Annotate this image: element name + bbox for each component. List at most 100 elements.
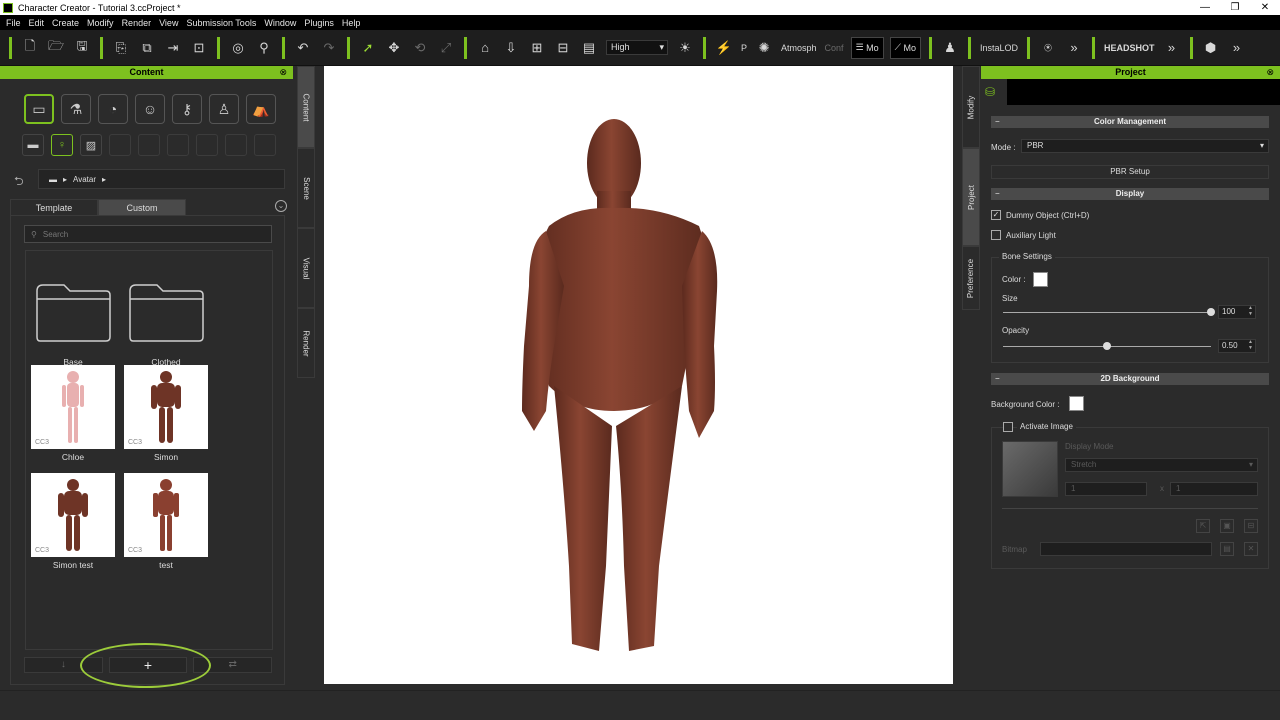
undo-icon[interactable]: ↶ (292, 37, 314, 59)
stage-icon[interactable]: ⛺ (246, 94, 276, 124)
menu-plugins[interactable]: Plugins (300, 18, 338, 28)
head-icon[interactable]: ☺ (135, 94, 165, 124)
minimize-button[interactable]: — (1190, 0, 1220, 15)
avatar-icon[interactable]: ♀ (51, 134, 73, 156)
camera-view-icon[interactable]: ⊟ (552, 37, 574, 59)
open-file-icon[interactable]: 🗁 (45, 37, 67, 59)
zoom-extents-icon[interactable]: ⊞ (526, 37, 548, 59)
mode-button-1[interactable]: ☰ Mo (850, 36, 884, 59)
home-camera-icon[interactable]: ⌂ (474, 37, 496, 59)
folder-icon[interactable]: ▬ (22, 134, 44, 156)
dummy-object-checkbox[interactable]: ✓ (991, 210, 1001, 220)
spinner-arrows-icon[interactable]: ▲ ▼ (1248, 305, 1253, 317)
project-folder-icon[interactable]: ▭ (24, 94, 54, 124)
tab-scene[interactable]: Scene (297, 148, 315, 228)
save-image-icon[interactable]: ▣ (1220, 519, 1234, 533)
display-mode-select[interactable]: Stretch ▾ (1065, 458, 1258, 472)
list-item[interactable]: CC3 test (124, 473, 208, 570)
section-color-management[interactable]: − Color Management (991, 116, 1269, 128)
opacity-slider-knob[interactable] (1103, 342, 1111, 350)
tab-project[interactable]: Project (962, 148, 980, 246)
menu-create[interactable]: Create (48, 18, 83, 28)
merge-icon[interactable]: ⧉ (136, 37, 158, 59)
size-slider-track[interactable] (1003, 312, 1211, 313)
opacity-input[interactable]: 0.50 ▲ ▼ (1218, 339, 1256, 353)
load-image-icon[interactable]: ⇱ (1196, 519, 1210, 533)
list-item[interactable]: Clothed (124, 270, 208, 367)
import-icon[interactable]: ⎘ (110, 37, 132, 59)
tab-content[interactable]: Content (297, 66, 315, 148)
headshot-button[interactable]: HEADSHOT (1104, 43, 1155, 53)
select-arrow-icon[interactable]: ➚ (357, 37, 379, 59)
spinner-arrows-icon[interactable]: ▲ ▼ (1248, 339, 1253, 351)
breadcrumb-avatar[interactable]: Avatar (73, 175, 96, 184)
section-2d-background[interactable]: −2D Background (991, 373, 1269, 385)
menu-edit[interactable]: Edit (25, 18, 49, 28)
maximize-button[interactable]: ❐ (1220, 0, 1250, 15)
background-color-swatch[interactable] (1069, 396, 1084, 411)
rotate-icon[interactable]: ⟲ (409, 37, 431, 59)
fit-view-icon[interactable]: ⇩ (500, 37, 522, 59)
3d-viewport[interactable] (324, 66, 953, 684)
tab-visual[interactable]: Visual (297, 228, 315, 308)
clothing-icon[interactable]: ⚷ (172, 94, 202, 124)
tab-modify[interactable]: Modify (962, 66, 980, 148)
body-morph-icon[interactable]: ⚗ (61, 94, 91, 124)
size-slider-knob[interactable] (1207, 308, 1215, 316)
menu-view[interactable]: View (155, 18, 182, 28)
content-panel-close-button[interactable]: ⊗ (279, 66, 287, 79)
render-icon[interactable]: ⊡ (188, 37, 210, 59)
auxiliary-light-checkbox[interactable] (991, 230, 1001, 240)
menu-submission-tools[interactable]: Submission Tools (182, 18, 260, 28)
export-icon[interactable]: ⇥ (162, 37, 184, 59)
bitmap-clear-icon[interactable]: ✕ (1244, 542, 1258, 556)
tab-template[interactable]: Template (10, 199, 98, 215)
bitmap-browse-icon[interactable]: ▤ (1220, 542, 1234, 556)
pose-tool-icon[interactable]: ⚡ (713, 37, 735, 59)
instalod-button[interactable]: InstaLOD (980, 43, 1018, 53)
activate-image-checkbox[interactable] (1003, 422, 1013, 432)
menu-modify[interactable]: Modify (83, 18, 118, 28)
more-icon-2[interactable]: » (1161, 37, 1183, 59)
tab-preference[interactable]: Preference (962, 246, 980, 310)
bone-color-swatch[interactable] (1033, 272, 1048, 287)
pbr-setup-button[interactable]: PBR Setup (991, 165, 1269, 179)
mode-select[interactable]: PBR ▾ (1021, 139, 1269, 153)
figure-icon[interactable]: ♟ (939, 37, 961, 59)
atmosphere-icon[interactable]: ✺ (753, 37, 775, 59)
menu-file[interactable]: File (2, 18, 25, 28)
redo-icon[interactable]: ↷ (318, 37, 340, 59)
menu-help[interactable]: Help (338, 18, 365, 28)
pose-icon[interactable]: ⚲ (253, 37, 275, 59)
chevron-down-icon[interactable]: ⌄ (275, 200, 287, 212)
back-icon[interactable]: ⮌ (14, 172, 24, 193)
bake-icon[interactable]: ◎ (227, 37, 249, 59)
close-button[interactable]: ✕ (1250, 0, 1280, 15)
section-display[interactable]: − Display (991, 188, 1269, 200)
menu-window[interactable]: Window (260, 18, 300, 28)
background-image-preview[interactable] (1002, 441, 1058, 497)
delete-image-icon[interactable]: ⊟ (1244, 519, 1258, 533)
smart-gallery-icon[interactable]: ⬢ (1200, 37, 1222, 59)
list-item[interactable]: Base (31, 270, 115, 367)
menu-render[interactable]: Render (118, 18, 156, 28)
list-item[interactable]: CC3 Simon (124, 365, 208, 462)
new-file-icon[interactable]: 🗋 (19, 37, 41, 59)
search-box[interactable]: ⚲ Search (24, 225, 272, 243)
pose-label[interactable]: P (741, 43, 747, 53)
plugin-icon[interactable]: ⍟ (1037, 37, 1059, 59)
tab-custom[interactable]: Custom (98, 199, 186, 215)
search-input[interactable]: Search (43, 230, 68, 239)
more-icon[interactable]: » (1063, 37, 1085, 59)
save-icon[interactable]: 🖫 (71, 37, 93, 59)
pose-figure-icon[interactable]: ♙ (209, 94, 239, 124)
move-icon[interactable]: ✥ (383, 37, 405, 59)
light-icon[interactable]: ☀ (674, 37, 696, 59)
tile-y-input[interactable]: 1 (1170, 482, 1258, 496)
conform-label[interactable]: Conf (825, 43, 844, 53)
size-input[interactable]: 100 ▲ ▼ (1218, 305, 1256, 319)
layout-icon[interactable]: ▤ (578, 37, 600, 59)
quality-select[interactable]: High (606, 40, 668, 55)
bitmap-path-input[interactable] (1040, 542, 1212, 556)
mode-button-2[interactable]: ⟋ Mo (889, 36, 921, 59)
